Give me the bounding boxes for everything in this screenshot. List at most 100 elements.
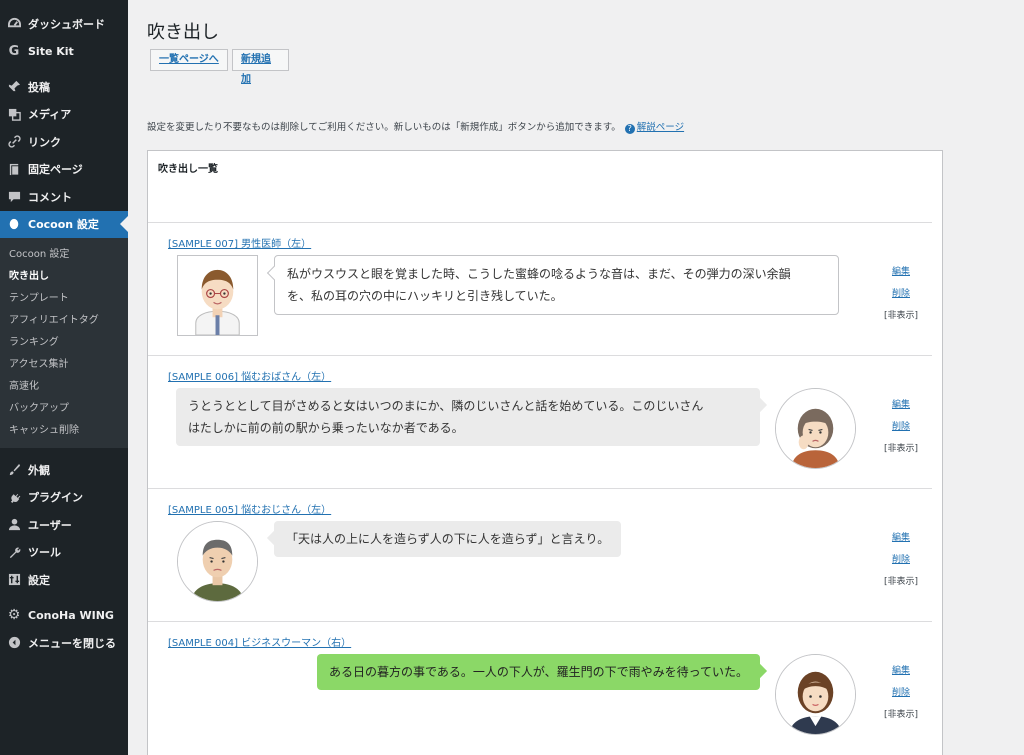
brush-icon: [7, 463, 21, 477]
delete-link[interactable]: 削除: [876, 682, 926, 704]
bubble-text-line: うとうととして目がさめると女はいつのまにか、隣のじいさんと話を始めている。このじ…: [188, 399, 704, 413]
sidebar-item-tools[interactable]: ツール: [0, 539, 128, 567]
hidden-status: [非表示]: [883, 444, 919, 454]
sidebar-item-conoha-wing[interactable]: ⚙ ConoHa WING: [0, 602, 128, 630]
worried-woman-avatar: [775, 388, 856, 469]
sidebar-item-media[interactable]: メディア: [0, 101, 128, 129]
sidebar-item-appearance[interactable]: 外観: [0, 456, 128, 484]
sidebar-item-label: メニューを閉じる: [28, 636, 116, 650]
cocoon-icon: [7, 217, 21, 231]
sidebar-item-pages[interactable]: 固定ページ: [0, 156, 128, 184]
delete-link[interactable]: 削除: [876, 549, 926, 571]
sidebar-item-dashboard[interactable]: ダッシュボード: [0, 10, 128, 38]
plugin-icon: [7, 490, 21, 504]
notice-text: 設定を変更したり不要なものは削除してご利用ください。新しいものは「新規作成」ボタ…: [147, 119, 684, 134]
comment-icon: [7, 190, 21, 204]
submenu-item-speedup[interactable]: 高速化: [0, 376, 128, 398]
list-item: [SAMPLE 007] 男性医師（左） 私がウスウスと眼を覚ました時、こうした…: [148, 222, 932, 355]
submenu-item-template[interactable]: テンプレート: [0, 288, 128, 310]
submenu-item-backup[interactable]: バックアップ: [0, 398, 128, 420]
admin-sidebar: ダッシュボード G Site Kit 投稿 メディア リンク 固定ページ コメン…: [0, 0, 128, 755]
speech-bubble: ある日の暮方の事である。一人の下人が、羅生門の下で雨やみを待っていた。: [316, 654, 768, 690]
submenu-item-affiliate-tag[interactable]: アフィリエイトタグ: [0, 310, 128, 332]
balloon-title-link[interactable]: [SAMPLE 005] 悩むおじさん（左）: [168, 501, 331, 516]
edit-link[interactable]: 編集: [876, 527, 926, 549]
submenu-item-ranking[interactable]: ランキング: [0, 332, 128, 354]
panel-title: 吹き出し一覧: [158, 164, 218, 175]
sidebar-item-label: 外観: [28, 463, 50, 477]
media-icon: [7, 107, 21, 121]
worried-man-avatar: [177, 521, 258, 602]
sidebar-item-label: プラグイン: [28, 491, 83, 505]
cocoon-submenu: Cocoon 設定 吹き出し テンプレート アフィリエイトタグ ランキング アク…: [0, 238, 128, 448]
page-icon: [7, 162, 21, 176]
entry-actions: 編集 削除 [非表示]: [876, 394, 926, 460]
settings-icon: [7, 573, 21, 587]
bubble-text-line: を、私の耳の穴の中にハッキリと引き残していた。: [287, 289, 563, 303]
sidebar-item-users[interactable]: ユーザー: [0, 511, 128, 539]
entry-actions: 編集 削除 [非表示]: [876, 660, 926, 726]
sidebar-item-label: ConoHa WING: [28, 608, 114, 622]
business-woman-avatar: [775, 654, 856, 735]
main-content: 吹き出し 一覧ページへ 新規追加 設定を変更したり不要なものは削除してご利用くだ…: [128, 0, 1024, 755]
list-item: [SAMPLE 006] 悩むおばさん（左） うとうととして目がさめると女はいつ…: [148, 355, 932, 488]
edit-link[interactable]: 編集: [876, 261, 926, 283]
edit-link[interactable]: 編集: [876, 660, 926, 682]
google-g-icon: G: [8, 43, 20, 59]
sidebar-item-comments[interactable]: コメント: [0, 183, 128, 211]
submenu-item-cache-clear[interactable]: キャッシュ削除: [0, 420, 128, 442]
sidebar-item-label: Cocoon 設定: [28, 218, 99, 232]
sidebar-item-posts[interactable]: 投稿: [0, 73, 128, 101]
delete-link[interactable]: 削除: [876, 283, 926, 305]
bubble-text-line: 「天は人の上に人を造らず人の下に人を造らず」と言えり。: [286, 532, 610, 546]
submenu-item-speech-balloon[interactable]: 吹き出し: [0, 266, 128, 288]
sidebar-item-settings[interactable]: 設定: [0, 566, 128, 594]
add-new-button[interactable]: 新規追加: [232, 49, 289, 85]
speech-bubble: 「天は人の上に人を造らず人の下に人を造らず」と言えり。: [266, 521, 622, 557]
sidebar-item-label: ダッシュボード: [28, 17, 105, 31]
sidebar-item-cocoon-settings[interactable]: Cocoon 設定: [0, 210, 128, 238]
speech-bubble: 私がウスウスと眼を覚ました時、こうした蜜蜂の唸るような音は、まだ、その弾力の深い…: [266, 255, 839, 315]
dashboard-icon: [7, 17, 21, 31]
hidden-status: [非表示]: [883, 577, 919, 587]
entry-actions: 編集 削除 [非表示]: [876, 261, 926, 327]
sidebar-item-label: 固定ページ: [28, 163, 83, 177]
sidebar-item-label: Site Kit: [28, 44, 74, 58]
submenu-item-cocoon-settings[interactable]: Cocoon 設定: [0, 244, 128, 266]
list-page-button[interactable]: 一覧ページへ: [150, 49, 228, 71]
help-page-link[interactable]: 解説ページ: [637, 122, 684, 133]
sidebar-item-site-kit[interactable]: G Site Kit: [0, 38, 128, 66]
sidebar-item-plugins[interactable]: プラグイン: [0, 484, 128, 512]
list-item: [SAMPLE 004] ビジネスウーマン（右） ある日の暮方の事である。一人の…: [148, 621, 932, 754]
wrench-icon: [7, 545, 21, 559]
notice-message: 設定を変更したり不要なものは削除してご利用ください。新しいものは「新規作成」ボタ…: [147, 122, 621, 133]
delete-link[interactable]: 削除: [876, 416, 926, 438]
sidebar-item-label: メディア: [28, 108, 72, 122]
collapse-menu-button[interactable]: メニューを閉じる: [0, 629, 128, 657]
balloon-title-link[interactable]: [SAMPLE 006] 悩むおばさん（左）: [168, 368, 331, 383]
help-icon: ?: [624, 124, 635, 134]
sidebar-item-label: コメント: [28, 190, 72, 204]
entry-actions: 編集 削除 [非表示]: [876, 527, 926, 593]
sidebar-item-label: ツール: [28, 546, 61, 560]
hidden-status: [非表示]: [883, 710, 919, 720]
edit-link[interactable]: 編集: [876, 394, 926, 416]
balloon-list-panel: 吹き出し一覧 [SAMPLE 007] 男性医師（左） 私がウスウスと眼を覚まし…: [147, 150, 943, 755]
sidebar-item-links[interactable]: リンク: [0, 128, 128, 156]
balloon-title-link[interactable]: [SAMPLE 007] 男性医師（左）: [168, 235, 311, 250]
pin-icon: [7, 80, 21, 94]
bubble-text-line: ある日の暮方の事である。一人の下人が、羅生門の下で雨やみを待っていた。: [328, 665, 748, 679]
link-icon: [7, 135, 21, 149]
sidebar-item-label: 設定: [28, 573, 50, 587]
hidden-status: [非表示]: [883, 311, 919, 321]
collapse-icon: [7, 636, 21, 650]
user-icon: [7, 518, 21, 532]
bubble-text-line: 私がウスウスと眼を覚ました時、こうした蜜蜂の唸るような音は、まだ、その弾力の深い…: [287, 267, 791, 281]
list-item: [SAMPLE 005] 悩むおじさん（左） 「天は人の上に人を造らず人の下に人…: [148, 488, 932, 621]
balloon-title-link[interactable]: [SAMPLE 004] ビジネスウーマン（右）: [168, 634, 351, 649]
gear-icon: ⚙: [7, 607, 21, 624]
page-title: 吹き出し: [147, 22, 219, 43]
submenu-item-access-stats[interactable]: アクセス集計: [0, 354, 128, 376]
bubble-text-line: はたしかに前の前の駅から乗ったいなか者である。: [188, 421, 464, 435]
sidebar-item-label: リンク: [28, 135, 61, 149]
